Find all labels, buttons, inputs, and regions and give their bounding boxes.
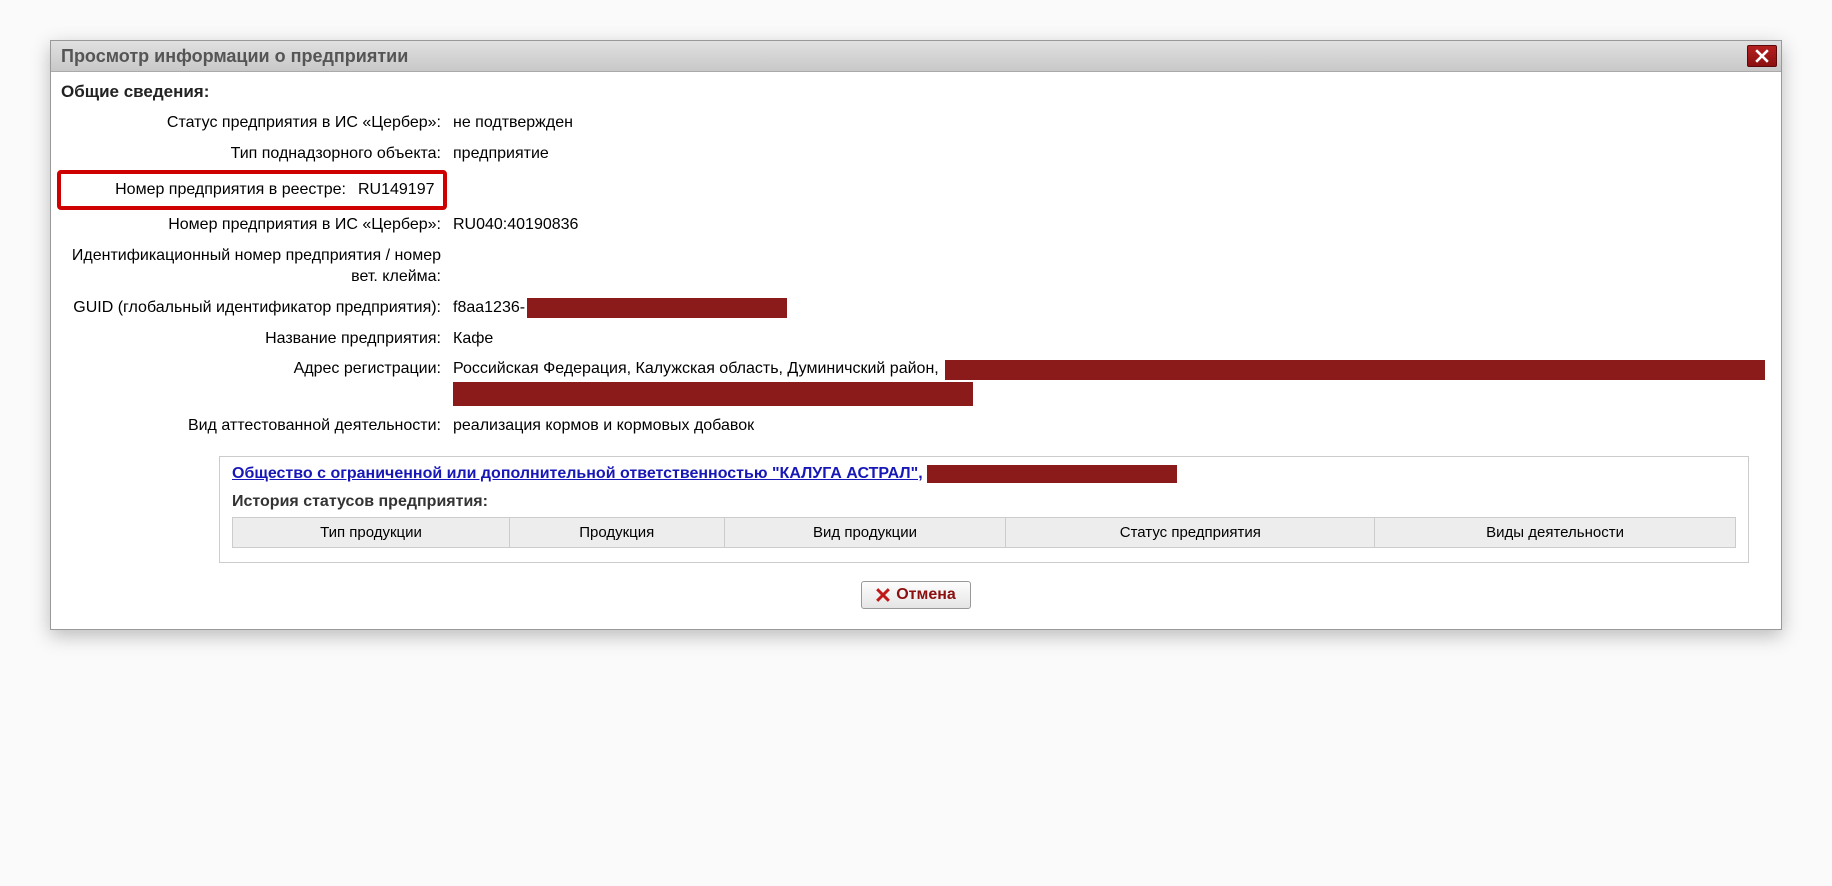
dialog-title: Просмотр информации о предприятии <box>61 46 408 67</box>
history-table: Тип продукции Продукция Вид продукции Ст… <box>232 517 1736 548</box>
col-enterprise-status: Статус предприятия <box>1006 517 1375 547</box>
field-activity: Вид аттестованной деятельности: реализац… <box>61 411 1771 442</box>
field-label: Вид аттестованной деятельности: <box>61 411 447 442</box>
field-label: Тип поднадзорного объекта: <box>61 139 447 170</box>
close-icon <box>1755 49 1769 63</box>
redacted-block <box>527 298 787 318</box>
field-label: GUID (глобальный идентификатор предприят… <box>61 293 447 324</box>
dialog-footer: Отмена <box>61 571 1771 611</box>
cancel-icon <box>876 588 890 602</box>
field-value: RU040:40190836 <box>447 210 1771 241</box>
table-header-row: Тип продукции Продукция Вид продукции Ст… <box>233 517 1736 547</box>
field-label: Название предприятия: <box>61 324 447 355</box>
col-activity-types: Виды деятельности <box>1375 517 1736 547</box>
cancel-button[interactable]: Отмена <box>861 581 971 609</box>
section-title: Общие сведения: <box>61 82 1771 102</box>
history-title: История статусов предприятия: <box>232 493 1736 511</box>
field-guid: GUID (глобальный идентификатор предприят… <box>61 293 1771 324</box>
fields-table: Статус предприятия в ИС «Цербер»: не под… <box>61 108 1771 442</box>
redacted-block <box>927 465 1177 483</box>
field-value <box>447 241 1771 293</box>
enterprise-info-dialog: Просмотр информации о предприятии Общие … <box>50 40 1782 630</box>
field-value: Российская Федерация, Калужская область,… <box>447 354 1771 411</box>
field-address: Адрес регистрации: Российская Федерация,… <box>61 354 1771 411</box>
field-label: Идентификационный номер предприятия / но… <box>61 241 447 293</box>
guid-prefix: f8aa1236- <box>453 298 525 319</box>
col-product-kind: Вид продукции <box>724 517 1006 547</box>
field-cerber-number: Номер предприятия в ИС «Цербер»: RU040:4… <box>61 210 1771 241</box>
company-link[interactable]: Общество с ограниченной или дополнительн… <box>232 465 923 483</box>
field-ident: Идентификационный номер предприятия / но… <box>61 241 1771 293</box>
address-text: Российская Федерация, Калужская область,… <box>453 359 939 380</box>
titlebar: Просмотр информации о предприятии <box>51 41 1781 72</box>
company-block: Общество с ограниченной или дополнительн… <box>219 456 1749 563</box>
highlight-box: Номер предприятия в реестре: RU149197 <box>57 170 447 211</box>
close-button[interactable] <box>1747 45 1777 67</box>
field-value: f8aa1236- <box>447 293 1771 324</box>
field-registry-number: Номер предприятия в реестре: RU149197 <box>61 170 1771 211</box>
field-label: Номер предприятия в ИС «Цербер»: <box>61 210 447 241</box>
redacted-block <box>453 382 973 406</box>
field-value: предприятие <box>447 139 1771 170</box>
field-value: RU149197 <box>352 177 443 204</box>
redacted-block <box>945 360 1765 380</box>
field-value: не подтвержден <box>447 108 1771 139</box>
field-label: Статус предприятия в ИС «Цербер»: <box>61 108 447 139</box>
dialog-content: Общие сведения: Статус предприятия в ИС … <box>51 72 1781 629</box>
field-label: Адрес регистрации: <box>61 354 447 411</box>
field-value: реализация кормов и кормовых добавок <box>447 411 1771 442</box>
field-status: Статус предприятия в ИС «Цербер»: не под… <box>61 108 1771 139</box>
field-enterprise-name: Название предприятия: Кафе <box>61 324 1771 355</box>
col-product: Продукция <box>509 517 724 547</box>
cancel-label: Отмена <box>896 586 956 604</box>
col-product-type: Тип продукции <box>233 517 510 547</box>
field-label: Номер предприятия в реестре: <box>61 177 352 204</box>
field-type: Тип поднадзорного объекта: предприятие <box>61 139 1771 170</box>
field-value: Кафе <box>447 324 1771 355</box>
